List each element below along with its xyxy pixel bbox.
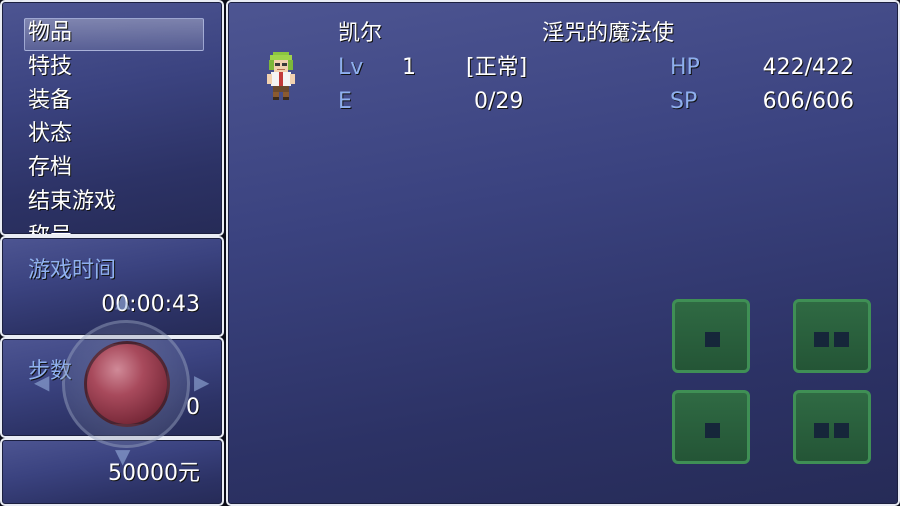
- button-pip: [814, 423, 829, 438]
- menu-item-equip[interactable]: 装备: [28, 85, 204, 117]
- gold-unit: 元: [177, 461, 200, 486]
- joystick-knob[interactable]: [84, 341, 170, 427]
- gold-window: 50000元: [0, 438, 224, 506]
- menu-item-status[interactable]: 状态: [28, 118, 204, 150]
- menu-item-title[interactable]: 称号: [28, 221, 204, 234]
- actor-class: 淫咒的魔法使: [542, 21, 675, 46]
- menu-item-items[interactable]: 物品: [28, 17, 204, 49]
- menu-item-save[interactable]: 存档: [28, 152, 204, 184]
- playtime-label: 游戏时间: [28, 258, 117, 283]
- arrow-up-icon: ▲: [115, 288, 131, 312]
- sp-value: 606/606: [762, 89, 854, 114]
- exp-value: 0/29: [474, 89, 524, 114]
- hp-label: HP: [670, 55, 700, 80]
- actor-sprite: [267, 52, 295, 100]
- sp-label: SP: [670, 89, 698, 114]
- button-pip: [834, 423, 849, 438]
- action-button-d[interactable]: [793, 390, 871, 464]
- action-button-a[interactable]: [672, 299, 750, 373]
- button-pip: [814, 332, 829, 347]
- action-button-b[interactable]: [793, 299, 871, 373]
- arrow-left-icon: ◀: [34, 370, 50, 394]
- level-value: 1: [402, 55, 416, 80]
- menu-item-end-game[interactable]: 结束游戏: [28, 186, 204, 218]
- actor-state: [正常]: [466, 55, 528, 80]
- menu-item-skills[interactable]: 特技: [28, 51, 204, 83]
- actor-name: 凯尔: [338, 21, 383, 46]
- arrow-right-icon: ▶: [194, 370, 210, 394]
- hp-value: 422/422: [762, 55, 854, 80]
- action-button-c[interactable]: [672, 390, 750, 464]
- level-label: Lv: [338, 55, 364, 80]
- command-window: 物品 特技 装备 状态 存档 结束游戏 称号: [0, 0, 224, 236]
- arrow-down-icon: ▼: [115, 444, 131, 468]
- button-pip: [705, 423, 720, 438]
- exp-label: E: [338, 89, 352, 114]
- button-pip: [834, 332, 849, 347]
- button-pip: [705, 332, 720, 347]
